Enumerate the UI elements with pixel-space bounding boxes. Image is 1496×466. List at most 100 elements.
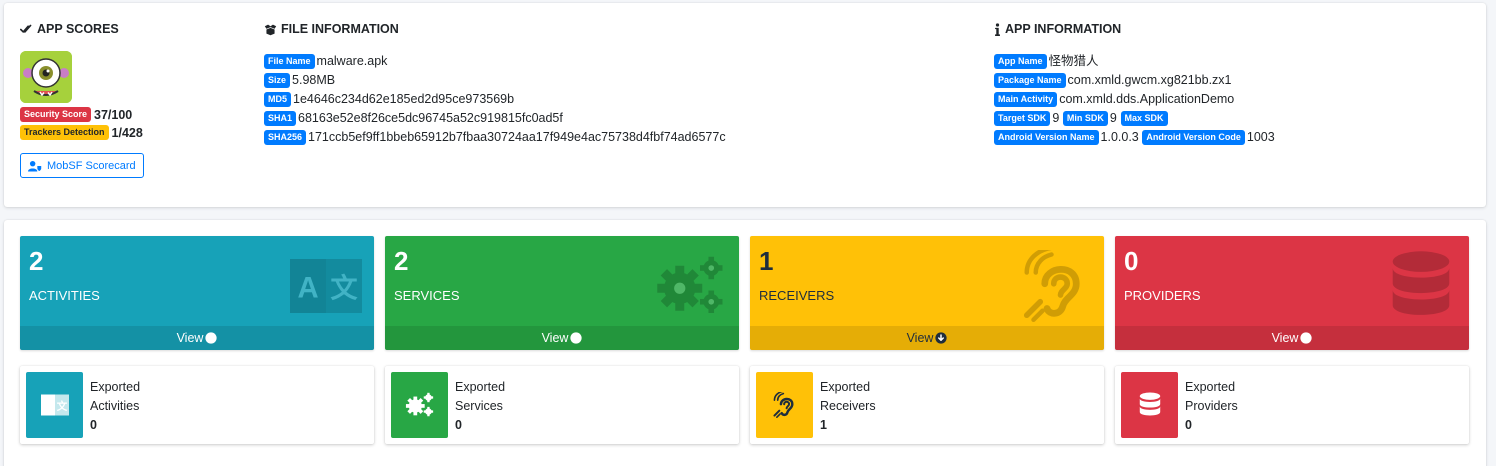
sha1-badge: SHA1 [264, 111, 297, 127]
exported-providers-line1: Exported [1185, 380, 1236, 394]
arrow-circle-down-icon [205, 332, 217, 344]
main-activity-badge: Main Activity [994, 92, 1058, 108]
main-activity-value: com.xmld.dds.ApplicationDemo [1059, 92, 1235, 107]
activities-view-link[interactable]: View [20, 326, 374, 350]
exported-receivers-count: 1 [820, 418, 827, 432]
activities-tile: 2 ACTIVITIES View [20, 236, 374, 350]
exported-providers-line2: Providers [1185, 399, 1238, 413]
file-information-title: FILE INFORMATION [264, 22, 399, 36]
version-name-badge: Android Version Name [994, 130, 1099, 146]
exported-receivers-icon-box [756, 372, 813, 438]
score-rows: Security Score 37/100 Trackers Detection 1… [20, 105, 143, 141]
exported-services-line1: Exported [455, 380, 506, 394]
database-icon [1138, 392, 1162, 418]
sdk-row: Target SDK 9 Min SDK 9 Max SDK [994, 108, 1275, 127]
exported-receivers-box: Exported Receivers 1 [750, 366, 1104, 444]
file-information-title-text: FILE INFORMATION [281, 22, 399, 36]
exported-activities-line2: Activities [90, 399, 140, 413]
exported-services-count: 0 [455, 418, 462, 432]
file-name-badge: File Name [264, 54, 315, 70]
version-code-badge: Android Version Code [1142, 130, 1245, 146]
md5-value: 1e4646c234d62e185ed2d95ce973569b [293, 92, 515, 107]
file-information-list: File Name malware.apk Size 5.98MB MD5 1e464… [264, 51, 726, 146]
sha1-row: SHA1 68163e52e8f26ce5dc96745a52c919815fc0… [264, 108, 726, 127]
components-card: 2 ACTIVITIES View 2 SERVICES View 1 RECE… [4, 220, 1486, 466]
user-shield-icon [28, 160, 42, 171]
exported-providers-box: Exported Providers 0 [1115, 366, 1469, 444]
receivers-label: RECEIVERS [759, 288, 835, 303]
services-label: SERVICES [394, 288, 460, 303]
summary-card: APP SCORES Security Score 37/100 Trackers… [4, 3, 1486, 207]
activities-label: ACTIVITIES [29, 288, 100, 303]
app-information-list: App Name 怪物猎人 Package Name com.xmld.gwcm.x… [994, 51, 1275, 146]
exported-providers-count: 0 [1185, 418, 1192, 432]
arrow-circle-down-icon [1300, 332, 1312, 344]
receivers-count: 1 [759, 246, 774, 276]
cogs-icon [655, 250, 727, 322]
mobsf-scorecard-button[interactable]: MobSF Scorecard [20, 153, 144, 178]
max-sdk-badge: Max SDK [1120, 111, 1168, 127]
monster-app-icon [20, 51, 72, 103]
providers-tile: 0 PROVIDERS View [1115, 236, 1469, 350]
language-icon [41, 394, 69, 416]
security-score-badge: Security Score [20, 107, 92, 123]
version-name-value: 1.0.0.3 [1100, 130, 1139, 145]
exported-receivers-line2: Receivers [820, 399, 876, 413]
app-name-value: 怪物猎人 [1048, 54, 1099, 69]
language-icon [290, 250, 362, 322]
main-activity-row: Main Activity com.xmld.dds.ApplicationDem… [994, 89, 1275, 108]
exported-activities-icon-box [26, 372, 83, 438]
trackers-row: Trackers Detection 1/428 [20, 123, 143, 141]
target-sdk-badge: Target SDK [994, 111, 1051, 127]
security-score-value: 37/100 [94, 107, 133, 122]
security-score-row: Security Score 37/100 [20, 105, 143, 123]
sha256-badge: SHA256 [264, 130, 307, 146]
providers-view-link[interactable]: View [1115, 326, 1469, 350]
exported-activities-count: 0 [90, 418, 97, 432]
cogs-icon [405, 390, 435, 420]
exported-activities-line1: Exported [90, 380, 141, 394]
receivers-view-label: View [906, 331, 934, 345]
receivers-tile: 1 RECEIVERS View [750, 236, 1104, 350]
exported-receivers-line1: Exported [820, 380, 871, 394]
app-scores-title-text: APP SCORES [37, 22, 119, 36]
sha256-value: 171ccb5ef9ff1bbeb65912b7fbaa30724aa17f94… [308, 130, 726, 145]
package-name-row: Package Name com.xmld.gwcm.xg821bb.zx1 [994, 70, 1275, 89]
exported-activities-box: Exported Activities 0 [20, 366, 374, 444]
providers-label: PROVIDERS [1124, 288, 1201, 303]
database-icon [1385, 250, 1457, 322]
app-name-badge: App Name [994, 54, 1047, 70]
receivers-view-link[interactable]: View [750, 326, 1104, 350]
version-row: Android Version Name 1.0.0.3 Android Vers… [994, 127, 1275, 146]
services-tile: 2 SERVICES View [385, 236, 739, 350]
hearing-icon [1020, 250, 1092, 322]
package-name-badge: Package Name [994, 73, 1066, 89]
min-sdk-value: 9 [1109, 111, 1117, 126]
md5-badge: MD5 [264, 92, 292, 108]
info-icon [995, 22, 1000, 36]
activities-count: 2 [29, 246, 44, 276]
app-icon [20, 51, 72, 103]
target-sdk-value: 9 [1052, 111, 1060, 126]
size-row: Size 5.98MB [264, 70, 726, 89]
app-information-title: APP INFORMATION [994, 22, 1121, 36]
arrow-circle-down-icon [935, 332, 947, 344]
exported-services-line2: Services [455, 399, 503, 413]
md5-row: MD5 1e4646c234d62e185ed2d95ce973569b [264, 89, 726, 108]
file-name-row: File Name malware.apk [264, 51, 726, 70]
providers-view-label: View [1271, 331, 1299, 345]
mobsf-scorecard-label: MobSF Scorecard [47, 159, 136, 172]
providers-count: 0 [1124, 246, 1139, 276]
hearing-icon [772, 392, 798, 418]
exported-services-box: Exported Services 0 [385, 366, 739, 444]
size-badge: Size [264, 73, 291, 89]
services-view-label: View [541, 331, 569, 345]
size-value: 5.98MB [292, 73, 336, 88]
services-count: 2 [394, 246, 409, 276]
file-name-value: malware.apk [316, 54, 388, 69]
exported-providers-icon-box [1121, 372, 1178, 438]
package-name-value: com.xmld.gwcm.xg821bb.zx1 [1067, 73, 1232, 88]
app-scores-title: APP SCORES [20, 22, 119, 36]
services-view-link[interactable]: View [385, 326, 739, 350]
exported-services-icon-box [391, 372, 448, 438]
